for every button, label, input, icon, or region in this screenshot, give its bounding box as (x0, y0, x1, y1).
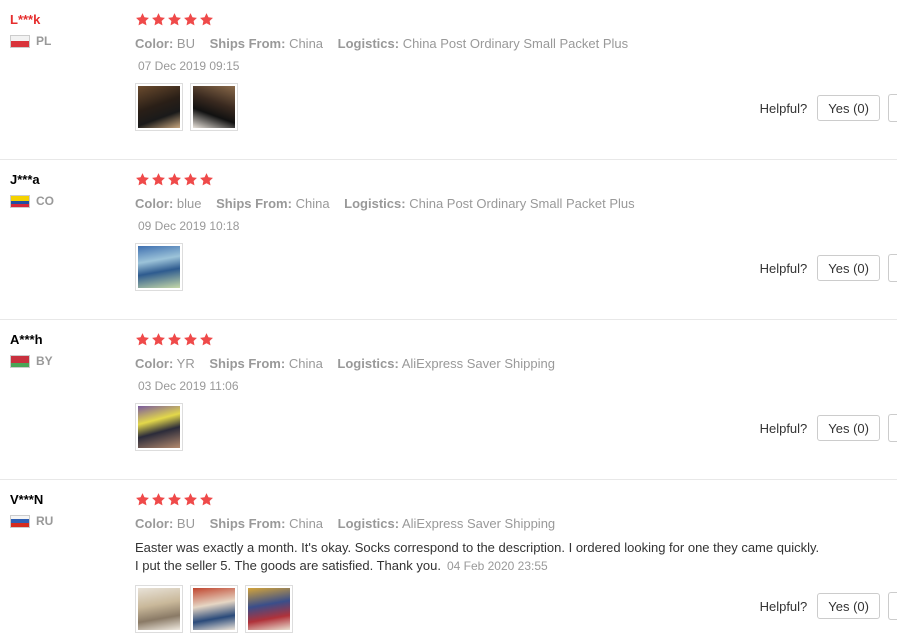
country-code: RU (36, 514, 54, 528)
attr-color: Color: YR (135, 356, 195, 371)
helpful-yes-button[interactable]: Yes (0) (817, 593, 880, 619)
helpful-yes-button[interactable]: Yes (0) (817, 415, 880, 441)
star-rating (135, 492, 875, 508)
review-date: 03 Dec 2019 11:06 (138, 379, 239, 393)
reviewer-info: A***h BY (10, 332, 53, 368)
attr-logistics: Logistics: China Post Ordinary Small Pac… (337, 36, 629, 51)
review-text-line: Easter was exactly a month. It's okay. S… (135, 540, 820, 555)
star-icon (199, 332, 214, 347)
reviewer-info: L***k PL (10, 12, 51, 48)
review-item: A***h BY Color: YR Ships From: China Log… (0, 320, 897, 480)
star-icon (183, 172, 198, 187)
reviewer-info: J***a CO (10, 172, 54, 208)
star-icon (199, 12, 214, 27)
star-icon (135, 332, 150, 347)
helpful-yes-button[interactable]: Yes (0) (817, 95, 880, 121)
helpful-no-button[interactable] (888, 254, 897, 282)
reviewer-name: L***k (10, 12, 41, 27)
helpful-vote: Helpful? Yes (0) (760, 254, 897, 282)
attr-color: Color: blue (135, 196, 202, 211)
star-icon (151, 12, 166, 27)
attr-logistics: Logistics: AliExpress Saver Shipping (337, 356, 555, 371)
helpful-no-button[interactable] (888, 94, 897, 122)
star-icon (199, 492, 214, 507)
review-item: V***N RU Color: BU Ships From: China Log… (0, 480, 897, 633)
review-photo[interactable] (190, 585, 238, 633)
star-icon (183, 12, 198, 27)
attr-logistics: Logistics: AliExpress Saver Shipping (337, 516, 556, 531)
review-attributes: Color: BU Ships From: China Logistics: A… (135, 516, 875, 531)
reviewer-country: PL (10, 34, 51, 48)
star-icon (199, 172, 214, 187)
attr-color: Color: BU (135, 36, 195, 51)
star-icon (167, 12, 182, 27)
attr-ships-from: Ships From: China (209, 516, 324, 531)
review-photo[interactable] (135, 83, 183, 131)
reviewer-country: CO (10, 194, 54, 208)
reviewer-info: V***N RU (10, 492, 53, 528)
flag-pl-icon (10, 34, 30, 48)
helpful-label: Helpful? (759, 420, 808, 436)
review-attributes: Color: BU Ships From: China Logistics: C… (135, 36, 875, 51)
star-icon (167, 172, 182, 187)
star-icon (151, 332, 166, 347)
star-icon (151, 492, 166, 507)
star-rating (135, 172, 875, 188)
star-rating (135, 12, 875, 28)
review-date: 07 Dec 2019 09:15 (138, 59, 240, 73)
flag-by-icon (10, 354, 30, 368)
attr-ships-from: Ships From: China (209, 36, 324, 51)
review-text-line: I put the seller 5. The goods are satisf… (135, 558, 548, 573)
helpful-no-button[interactable] (888, 592, 897, 620)
star-icon (135, 12, 150, 27)
review-date: 09 Dec 2019 10:18 (138, 219, 240, 233)
star-icon (167, 492, 182, 507)
helpful-label: Helpful? (759, 260, 808, 276)
star-icon (135, 492, 150, 507)
helpful-yes-button[interactable]: Yes (0) (817, 255, 880, 281)
star-rating (135, 332, 875, 348)
review-text: Easter was exactly a month. It's okay. S… (135, 539, 875, 575)
review-item: L***k PL Color: BU Ships From: China Log… (0, 0, 897, 160)
star-icon (183, 492, 198, 507)
attr-ships-from: Ships From: China (209, 356, 323, 371)
attr-color: Color: BU (135, 516, 195, 531)
reviewer-name: J***a (10, 172, 40, 187)
review-attributes: Color: YR Ships From: China Logistics: A… (135, 356, 875, 371)
country-code: CO (36, 194, 54, 208)
helpful-vote: Helpful? Yes (0) (760, 414, 897, 442)
star-icon (151, 172, 166, 187)
star-icon (183, 332, 198, 347)
reviewer-name: A***h (10, 332, 43, 347)
country-code: PL (36, 34, 52, 48)
review-photo[interactable] (245, 585, 293, 633)
review-attributes: Color: blue Ships From: China Logistics:… (135, 196, 875, 211)
flag-co-icon (10, 194, 30, 208)
helpful-no-button[interactable] (888, 414, 897, 442)
reviewer-country: RU (10, 514, 53, 528)
country-code: BY (36, 354, 53, 368)
star-icon (167, 332, 182, 347)
reviewer-country: BY (10, 354, 53, 368)
review-photo[interactable] (135, 243, 183, 291)
attr-logistics: Logistics: China Post Ordinary Small Pac… (344, 196, 635, 211)
helpful-label: Helpful? (759, 100, 808, 116)
reviewer-name: V***N (10, 492, 44, 507)
helpful-vote: Helpful? Yes (0) (760, 592, 897, 620)
attr-ships-from: Ships From: China (216, 196, 330, 211)
helpful-vote: Helpful? Yes (0) (760, 94, 897, 122)
review-item: J***a CO Color: blue Ships From: China L… (0, 160, 897, 320)
star-icon (135, 172, 150, 187)
review-photo[interactable] (135, 585, 183, 633)
review-photo[interactable] (190, 83, 238, 131)
flag-ru-icon (10, 514, 30, 528)
review-date: 04 Feb 2020 23:55 (446, 559, 548, 573)
helpful-label: Helpful? (759, 598, 808, 614)
review-photo[interactable] (135, 403, 183, 451)
